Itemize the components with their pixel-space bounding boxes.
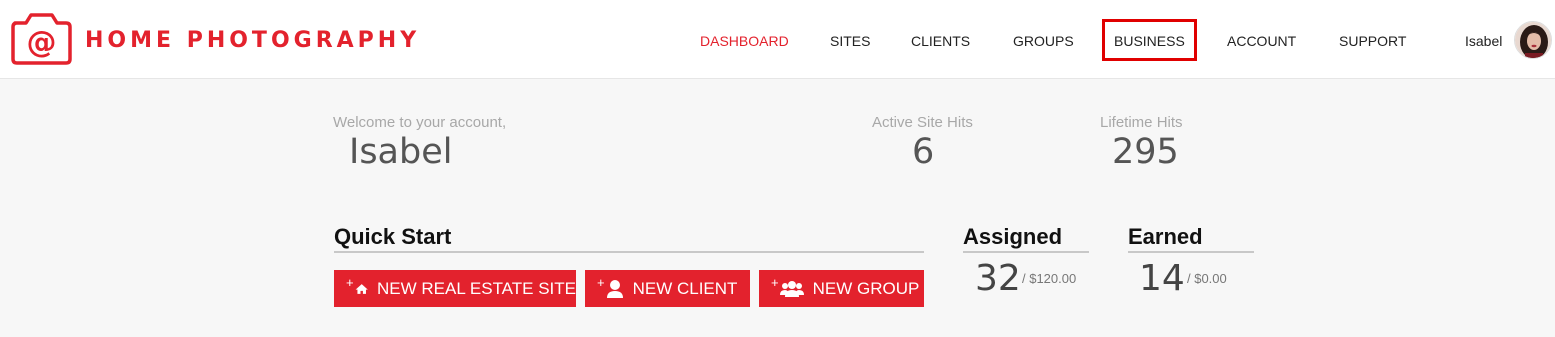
earned-amount: / $0.00 [1187,271,1227,286]
earned-count: 14 [1139,258,1185,299]
welcome-label: Welcome to your account, [333,114,507,131]
plus-icon: + [597,275,605,290]
user-photo-icon [1515,22,1551,58]
plus-icon: + [346,275,354,290]
assigned-heading: Assigned [963,224,1089,253]
earned-heading: Earned [1128,224,1254,253]
new-real-estate-site-button[interactable]: + NEW REAL ESTATE SITE [334,270,576,307]
quick-start-heading: Quick Start [334,224,924,253]
top-navigation-bar: @ HOME PHOTOGRAPHY DASHBOARD SITES CLIEN… [0,0,1555,79]
group-icon [779,280,804,297]
nav-account[interactable]: ACCOUNT [1227,33,1296,49]
svg-text:@: @ [27,25,57,60]
camera-at-logo-icon[interactable]: @ [11,11,72,65]
active-site-hits-label: Active Site Hits [872,114,973,131]
user-name[interactable]: Isabel [1465,33,1502,49]
active-site-hits-value: 6 [912,132,935,172]
lifetime-hits-label: Lifetime Hits [1100,114,1183,131]
nav-groups[interactable]: GROUPS [1013,33,1074,49]
plus-icon: + [771,275,779,290]
nav-support[interactable]: SUPPORT [1339,33,1406,49]
nav-clients[interactable]: CLIENTS [911,33,970,49]
new-group-label: NEW GROUP [812,278,920,298]
user-avatar[interactable] [1514,21,1552,59]
welcome-user-name: Isabel [349,132,453,172]
lifetime-hits-value: 295 [1112,132,1179,172]
new-client-button[interactable]: + NEW CLIENT [585,270,750,307]
assigned-amount: / $120.00 [1022,271,1077,286]
new-client-label: NEW CLIENT [632,278,738,298]
nav-dashboard[interactable]: DASHBOARD [700,33,789,49]
new-real-estate-site-label: NEW REAL ESTATE SITE [377,278,576,298]
nav-business[interactable]: BUSINESS [1114,33,1185,49]
home-icon [355,283,368,294]
assigned-count: 32 [975,258,1021,299]
nav-sites[interactable]: SITES [830,33,870,49]
new-group-button[interactable]: + NEW GROUP [759,270,924,307]
user-icon [606,279,623,298]
brand-name[interactable]: HOME PHOTOGRAPHY [85,28,420,53]
